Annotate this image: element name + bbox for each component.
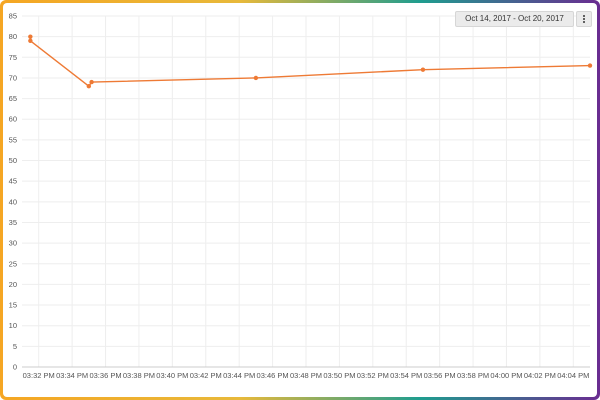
x-tick-label: 03:44 PM <box>223 371 255 380</box>
more-vertical-icon[interactable] <box>576 11 592 27</box>
x-tick-label: 03:50 PM <box>323 371 355 380</box>
x-tick-label: 03:58 PM <box>457 371 489 380</box>
data-point[interactable] <box>86 84 92 89</box>
y-axis: 0 5 10 15 20 25 30 35 40 45 50 55 60 65 70 75 80 85 <box>9 12 17 372</box>
data-point[interactable] <box>89 79 94 85</box>
y-tick-label: 25 <box>9 259 17 268</box>
x-tick-label: 04:04 PM <box>557 371 589 380</box>
line-chart: 0 5 10 15 20 25 30 35 40 45 50 55 60 65 70 75 80 85 03:32… <box>9 12 593 380</box>
x-tick-label: 03:46 PM <box>257 371 289 380</box>
x-tick-label: 03:38 PM <box>123 371 155 380</box>
y-tick-label: 5 <box>13 342 17 351</box>
x-tick-label: 03:34 PM <box>56 371 88 380</box>
y-tick-label: 0 <box>13 363 17 372</box>
y-tick-label: 55 <box>9 135 17 144</box>
x-tick-label: 03:48 PM <box>290 371 322 380</box>
y-tick-label: 75 <box>9 53 17 62</box>
x-tick-label: 03:56 PM <box>424 371 456 380</box>
data-point[interactable] <box>587 63 593 68</box>
y-tick-label: 45 <box>9 177 17 186</box>
y-tick-label: 60 <box>9 115 17 124</box>
y-tick-label: 40 <box>9 197 17 206</box>
x-tick-label: 03:52 PM <box>357 371 389 380</box>
date-range-picker[interactable]: Oct 14, 2017 - Oct 20, 2017 <box>455 11 574 27</box>
y-tick-label: 10 <box>9 321 17 330</box>
x-tick-label: 03:42 PM <box>190 371 222 380</box>
y-tick-label: 65 <box>9 94 17 103</box>
series-layer <box>28 34 593 89</box>
y-tick-label: 70 <box>9 73 17 82</box>
data-point[interactable] <box>28 34 33 39</box>
grid <box>22 15 590 368</box>
data-point[interactable] <box>253 75 259 81</box>
y-tick-label: 50 <box>9 156 17 165</box>
data-point[interactable] <box>28 38 33 43</box>
x-axis: 03:32 PM 03:34 PM 03:36 PM 03:38 PM 03:40 PM… <box>23 371 590 380</box>
y-tick-label: 30 <box>9 239 17 248</box>
y-tick-label: 80 <box>9 32 17 41</box>
y-tick-label: 20 <box>9 280 17 289</box>
x-tick-label: 03:54 PM <box>390 371 422 380</box>
y-tick-label: 85 <box>9 12 17 21</box>
y-tick-label: 35 <box>9 218 17 227</box>
x-tick-label: 04:02 PM <box>524 371 556 380</box>
data-point[interactable] <box>420 67 426 72</box>
x-tick-label: 03:36 PM <box>89 371 121 380</box>
y-tick-label: 15 <box>9 301 17 310</box>
x-tick-label: 04:00 PM <box>490 371 522 380</box>
x-tick-label: 03:40 PM <box>156 371 188 380</box>
x-tick-label: 03:32 PM <box>23 371 55 380</box>
